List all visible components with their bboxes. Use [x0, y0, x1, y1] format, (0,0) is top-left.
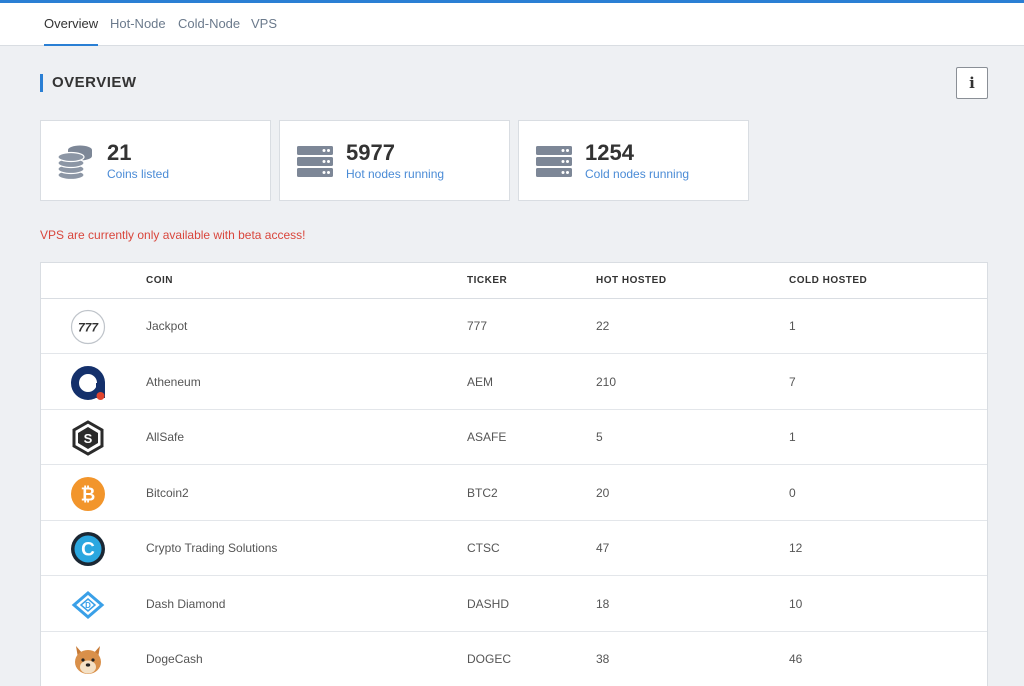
bitcoin2-logo-text: ₿	[81, 485, 96, 506]
jackpot-logo: 777	[70, 309, 106, 345]
stat-card-cold-nodes: 1254 Cold nodes running	[518, 120, 749, 201]
cold-hosted-count: 0	[789, 486, 796, 500]
hot-hosted-count: 38	[596, 652, 610, 666]
table-row[interactable]: Atheneum AEM 210 7	[41, 355, 987, 410]
hot-hosted-count: 210	[596, 375, 617, 389]
dashdiamond-logo: D	[71, 591, 105, 619]
column-header-hot-hosted[interactable]: HOT HOSTED	[596, 275, 667, 286]
coin-name: Dash Diamond	[146, 597, 226, 611]
column-header-ticker[interactable]: TICKER	[467, 275, 507, 286]
table-row[interactable]: C Crypto Trading Solutions CTSC 47 12	[41, 521, 987, 576]
hot-hosted-count: 47	[596, 541, 610, 555]
coin-name: Atheneum	[146, 375, 201, 389]
table-row[interactable]: DogeCash DOGEC 38 46	[41, 632, 987, 686]
cold-hosted-count: 7	[789, 375, 796, 389]
cold-hosted-count: 46	[789, 652, 803, 666]
server-icon	[536, 146, 572, 177]
cold-nodes-value: 1254	[585, 140, 634, 165]
coin-ticker: BTC2	[467, 486, 498, 500]
tab-bar: Overview Hot-Node Cold-Node VPS	[0, 3, 1024, 46]
ctsc-logo: C	[71, 532, 105, 566]
table-row[interactable]: ₿ Bitcoin2 BTC2 20 0	[41, 466, 987, 521]
allsafe-logo: S	[72, 420, 104, 456]
stat-card-hot-nodes: 5977 Hot nodes running	[279, 120, 510, 201]
coin-ticker: 777	[467, 319, 488, 333]
table-row[interactable]: S AllSafe ASAFE 5 1	[41, 410, 987, 465]
coin-name: Crypto Trading Solutions	[146, 541, 278, 555]
tab-overview[interactable]: Overview	[44, 3, 99, 46]
coin-name: AllSafe	[146, 430, 185, 444]
coin-ticker: DASHD	[467, 597, 510, 611]
column-header-cold-hosted[interactable]: COLD HOSTED	[789, 275, 867, 286]
table-row[interactable]: D Dash Diamond DASHD 18 10	[41, 577, 987, 632]
tab-cold-node[interactable]: Cold-Node	[178, 3, 240, 46]
coin-ticker: AEM	[467, 375, 494, 389]
stat-card-coins: 21 Coins listed	[40, 120, 271, 201]
dashdiamond-logo-text: D	[85, 601, 91, 610]
cold-hosted-count: 12	[789, 541, 803, 555]
info-icon: i	[969, 74, 975, 92]
column-header-coin[interactable]: COIN	[146, 275, 173, 286]
info-button[interactable]: i	[956, 67, 988, 99]
cold-hosted-count: 1	[789, 430, 796, 444]
server-icon	[297, 146, 333, 177]
coins-table: COIN TICKER HOT HOSTED COLD HOSTED 777 J…	[40, 262, 988, 686]
beta-warning: VPS are currently only available with be…	[40, 228, 306, 242]
coin-ticker: CTSC	[467, 541, 500, 555]
dogecash-logo	[75, 646, 101, 674]
atheneum-logo	[71, 366, 105, 400]
jackpot-logo-text: 777	[78, 321, 99, 335]
hot-hosted-count: 20	[596, 486, 610, 500]
hot-hosted-count: 18	[596, 597, 610, 611]
coins-icon	[57, 145, 92, 181]
hot-hosted-count: 5	[596, 430, 603, 444]
table-row[interactable]: 777 Jackpot 777 22 1	[41, 299, 987, 354]
page-title: OVERVIEW	[40, 74, 137, 92]
cold-hosted-count: 10	[789, 597, 803, 611]
coin-name: Bitcoin2	[146, 486, 189, 500]
ctsc-logo-text: C	[81, 540, 95, 561]
hot-nodes-value: 5977	[346, 140, 395, 165]
tab-hot-node[interactable]: Hot-Node	[110, 3, 166, 46]
coin-name: Jackpot	[146, 319, 188, 333]
coin-name: DogeCash	[146, 652, 203, 666]
hot-nodes-label: Hot nodes running	[346, 167, 445, 181]
coins-listed-label: Coins listed	[107, 167, 170, 181]
hot-hosted-count: 22	[596, 319, 610, 333]
bitcoin2-logo: ₿	[71, 477, 105, 511]
coin-ticker: DOGEC	[467, 652, 512, 666]
allsafe-logo-text: S	[84, 431, 93, 446]
tab-vps[interactable]: VPS	[251, 3, 277, 46]
cold-nodes-label: Cold nodes running	[585, 167, 690, 181]
table-header: COIN TICKER HOT HOSTED COLD HOSTED	[41, 263, 987, 299]
coins-listed-value: 21	[107, 140, 132, 165]
coin-ticker: ASAFE	[467, 430, 507, 444]
cold-hosted-count: 1	[789, 319, 796, 333]
